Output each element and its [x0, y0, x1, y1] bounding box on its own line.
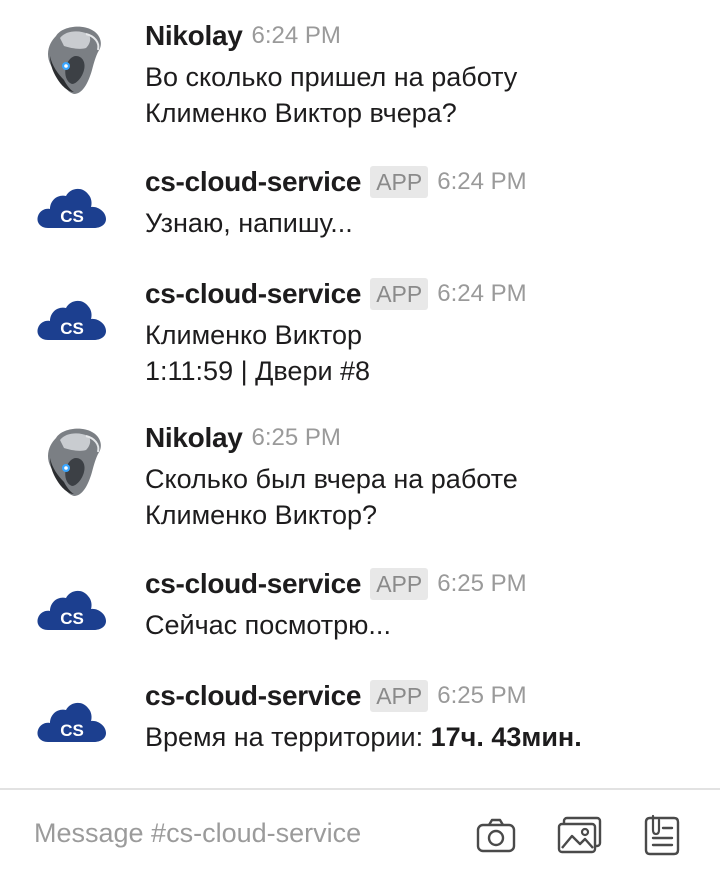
svg-text:CS: CS [60, 721, 84, 740]
sender-name[interactable]: cs-cloud-service [145, 166, 362, 198]
message: Nikolay 6:24 PM Во сколько пришел на раб… [0, 18, 720, 138]
message-timestamp[interactable]: 6:24 PM [437, 168, 526, 196]
message-line: 1:11:59 | Двери #8 [145, 356, 371, 386]
svg-text:CS: CS [60, 609, 84, 628]
message-header: cs-cloud-service APP 6:24 PM [145, 276, 527, 312]
message-line: Клименко Виктор? [145, 500, 378, 530]
image-icon[interactable] [556, 814, 602, 858]
cs-cloud-logo-icon[interactable]: CS [36, 278, 108, 350]
message-line-prefix: Время на территории: [145, 722, 431, 752]
message-text: Сколько был вчера на работе Клименко Вик… [145, 461, 705, 533]
message-header: cs-cloud-service APP 6:25 PM [145, 678, 527, 714]
message-header: Nikolay 6:24 PM [145, 18, 341, 54]
duration-value: 17ч. 43мин. [430, 722, 582, 752]
cs-cloud-logo-icon[interactable]: CS [36, 680, 108, 752]
sender-name[interactable]: Nikolay [145, 422, 243, 454]
file-icon[interactable] [640, 814, 684, 858]
app-badge: APP [370, 680, 429, 712]
sender-name[interactable]: cs-cloud-service [145, 680, 362, 712]
message-line: Сейчас посмотрю... [145, 610, 391, 640]
message-line: Время на территории: 17ч. 43мин. [145, 719, 705, 755]
user-avatar-icon[interactable] [36, 424, 108, 496]
svg-text:CS: CS [60, 319, 84, 338]
message-timestamp[interactable]: 6:25 PM [437, 682, 526, 710]
app-badge: APP [370, 166, 429, 198]
message-line: Клименко Виктор вчера? [145, 98, 457, 128]
message-timestamp[interactable]: 6:25 PM [252, 424, 341, 452]
message-text: Клименко Виктор 1:11:59 | Двери #8 [145, 317, 705, 389]
message-list[interactable]: Nikolay 6:24 PM Во сколько пришел на раб… [0, 0, 720, 790]
message: CS cs-cloud-service APP 6:24 PM Узнаю, н… [0, 164, 720, 248]
message-line: Сколько был вчера на работе [145, 464, 518, 494]
message-text: Во сколько пришел на работу Клименко Вик… [145, 59, 705, 131]
camera-icon[interactable] [474, 814, 518, 858]
sender-name[interactable]: cs-cloud-service [145, 568, 362, 600]
message-input[interactable]: Message #cs-cloud-service [34, 818, 454, 856]
message: Nikolay 6:25 PM Сколько был вчера на раб… [0, 420, 720, 540]
message-timestamp[interactable]: 6:24 PM [252, 22, 341, 50]
message-composer: Message #cs-cloud-service [0, 788, 720, 882]
app-badge: APP [370, 278, 429, 310]
message-line: Во сколько пришел на работу [145, 62, 518, 92]
cs-cloud-logo-icon[interactable]: CS [36, 568, 108, 640]
message-timestamp[interactable]: 6:25 PM [437, 570, 526, 598]
message-timestamp[interactable]: 6:24 PM [437, 280, 526, 308]
sender-name[interactable]: Nikolay [145, 20, 243, 52]
cs-cloud-logo-icon[interactable]: CS [36, 166, 108, 238]
message: CS cs-cloud-service APP 6:25 PM Сейчас п… [0, 566, 720, 650]
message-header: cs-cloud-service APP 6:25 PM [145, 566, 527, 602]
message-header: Nikolay 6:25 PM [145, 420, 341, 456]
message-header: cs-cloud-service APP 6:24 PM [145, 164, 527, 200]
message: CS cs-cloud-service APP 6:24 PM Клименко… [0, 276, 720, 396]
user-avatar-icon[interactable] [36, 22, 108, 94]
message-text: Время на территории: 17ч. 43мин. [145, 719, 705, 755]
svg-text:CS: CS [60, 207, 84, 226]
message-text: Узнаю, напишу... [145, 205, 705, 241]
app-badge: APP [370, 568, 429, 600]
sender-name[interactable]: cs-cloud-service [145, 278, 362, 310]
message-text: Сейчас посмотрю... [145, 607, 705, 643]
message-line: Клименко Виктор [145, 320, 362, 350]
message-line: Узнаю, напишу... [145, 208, 353, 238]
message: CS cs-cloud-service APP 6:25 PM Время на… [0, 678, 720, 762]
